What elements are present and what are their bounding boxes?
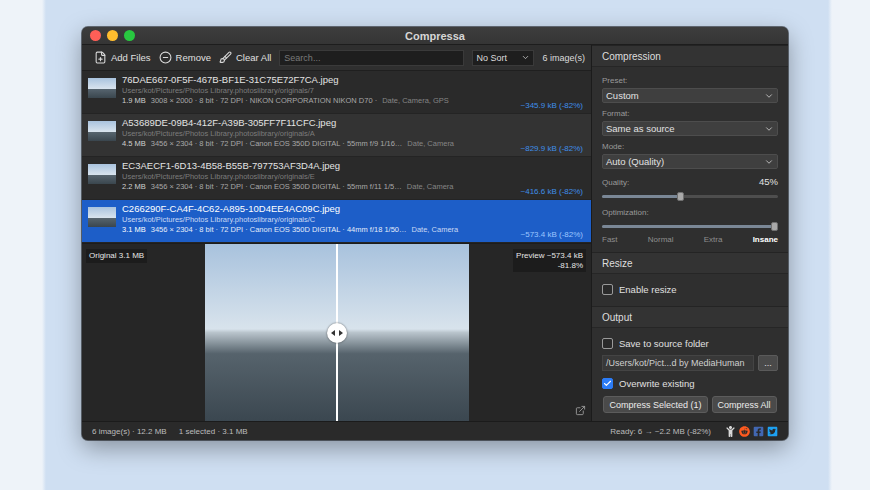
zoom-button[interactable] xyxy=(124,30,135,41)
field-label: Format: xyxy=(602,109,778,118)
toolbar: Add Files Remove Clear All Search... No Sort… xyxy=(82,45,591,71)
preview-image xyxy=(205,244,469,421)
optimization-stop[interactable]: Extra xyxy=(704,235,723,244)
file-list: 76DAE667-0F5F-467B-BF1E-31C75E72F7CA.jpe… xyxy=(82,71,591,243)
checkbox-label: Enable resize xyxy=(619,284,677,295)
file-result: ~829.9 kB (-82%) xyxy=(521,144,583,153)
chevron-down-icon xyxy=(764,124,774,134)
section-header: Output xyxy=(592,306,788,328)
file-name: C266290F-CA4F-4C62-A895-10D4EE4AC09C.jpe… xyxy=(122,203,515,214)
file-name: EC3AECF1-6D13-4B58-B55B-797753AF3D4A.jpe… xyxy=(122,160,515,171)
file-row[interactable]: EC3AECF1-6D13-4B58-B55B-797753AF3D4A.jpe… xyxy=(82,157,591,200)
file-meta: 1.9 MB3008 × 2000 · 8 bit · 72 DPI · NIK… xyxy=(122,96,515,105)
clear-all-button[interactable]: Clear All xyxy=(219,51,271,64)
left-right-arrows-icon xyxy=(331,329,343,337)
remove-button[interactable]: Remove xyxy=(159,51,211,64)
file-path: Users/kot/Pictures/Photos Library.photos… xyxy=(122,172,515,181)
file-path: Users/kot/Pictures/Photos Library.photos… xyxy=(122,215,515,224)
preset-select[interactable]: Custom xyxy=(602,88,778,103)
file-plus-icon xyxy=(94,51,107,64)
field-label: Optimization: xyxy=(602,208,778,217)
facebook-icon[interactable] xyxy=(753,426,764,437)
search-field[interactable]: Search... xyxy=(279,50,464,66)
file-row[interactable]: C266290F-CA4F-4C62-A895-10D4EE4AC09C.jpe… xyxy=(82,200,591,243)
checkbox[interactable] xyxy=(602,284,613,295)
output-path-field[interactable]: /Users/kot/Pict...d by MediaHuman xyxy=(602,355,754,371)
slider-knob[interactable] xyxy=(771,222,778,231)
file-path: Users/kot/Pictures/Photos Library.photos… xyxy=(122,129,515,138)
optimization-slider[interactable] xyxy=(602,225,778,228)
file-thumbnail xyxy=(88,164,116,184)
title-bar: Compressa xyxy=(82,27,788,45)
status-ready: Ready: 6 → ~2.2 MB (-82%) xyxy=(610,427,711,436)
checkbox[interactable] xyxy=(602,378,613,389)
compress-button[interactable]: Compress All xyxy=(712,396,777,413)
status-selection: 1 selected · 3.1 MB xyxy=(179,427,248,436)
file-path: Users/kot/Pictures/Photos Library.photos… xyxy=(122,86,515,95)
file-thumbnail xyxy=(88,121,116,141)
quality-reading: 45% xyxy=(759,176,778,187)
file-thumbnail xyxy=(88,78,116,98)
app-window: Compressa Add Files Remove Clear All Search.… xyxy=(82,27,788,440)
format-select[interactable]: Same as source xyxy=(602,121,778,136)
file-result: ~416.6 kB (-82%) xyxy=(521,187,583,196)
preview-area: Original 3.1 MB Preview ~573.4 kB-81.8% xyxy=(82,243,591,421)
original-label: Original 3.1 MB xyxy=(86,249,147,263)
field-label: Mode: xyxy=(602,142,778,151)
window-title: Compressa xyxy=(135,30,735,42)
file-result: ~573.4 kB (-82%) xyxy=(521,230,583,239)
minimize-button[interactable] xyxy=(107,30,118,41)
mode-select[interactable]: Auto (Quality) xyxy=(602,154,778,169)
field-label: Quality: xyxy=(602,178,629,187)
checkbox-label: Overwrite existing xyxy=(619,378,695,389)
preview-label: Preview ~573.4 kB-81.8% xyxy=(513,249,586,272)
open-external-icon[interactable] xyxy=(575,405,586,416)
file-row[interactable]: 76DAE667-0F5F-467B-BF1E-31C75E72F7CA.jpe… xyxy=(82,71,591,114)
reddit-icon[interactable] xyxy=(739,426,750,437)
add-files-button[interactable]: Add Files xyxy=(94,51,151,64)
quality-slider[interactable] xyxy=(602,195,778,198)
sort-select[interactable]: No Sort xyxy=(472,50,534,66)
file-meta: 2.2 MB3456 × 2304 · 8 bit · 72 DPI · Can… xyxy=(122,182,515,191)
chevron-down-icon xyxy=(521,53,530,62)
file-result: ~345.9 kB (-82%) xyxy=(521,101,583,110)
section-header: Resize xyxy=(592,252,788,274)
chevron-down-icon xyxy=(764,91,774,101)
overwrite-checkbox[interactable]: Overwrite existing xyxy=(602,374,778,392)
file-thumbnail xyxy=(88,207,116,227)
optimization-stop[interactable]: Fast xyxy=(602,235,618,244)
twitter-icon[interactable] xyxy=(767,426,778,437)
desktop: Compressa Add Files Remove Clear All Search.… xyxy=(0,0,870,440)
file-row[interactable]: A53689DE-09B4-412F-A39B-305FF7F11CFC.jpe… xyxy=(82,114,591,157)
minus-circle-icon xyxy=(159,51,172,64)
split-handle[interactable] xyxy=(327,323,347,343)
field-label: Preset: xyxy=(602,76,778,85)
check-icon xyxy=(603,379,612,388)
settings-panel: Compression Preset: Custom Format: Same as s… xyxy=(592,45,788,421)
file-meta: 4.5 MB3456 × 2304 · 8 bit · 72 DPI · Can… xyxy=(122,139,515,148)
browse-button[interactable]: ... xyxy=(758,355,778,371)
compress-button[interactable]: Compress Selected (1) xyxy=(603,396,707,413)
file-meta: 3.1 MB3456 × 2304 · 8 bit · 72 DPI · Can… xyxy=(122,225,515,234)
checkbox[interactable] xyxy=(602,338,613,349)
checkbox-label: Save to source folder xyxy=(619,338,709,349)
mascot-icon[interactable] xyxy=(725,426,736,437)
close-button[interactable] xyxy=(90,30,101,41)
broom-icon xyxy=(219,51,232,64)
file-name: A53689DE-09B4-412F-A39B-305FF7F11CFC.jpe… xyxy=(122,117,515,128)
optimization-stop[interactable]: Insane xyxy=(753,235,778,244)
image-count: 6 image(s) xyxy=(542,53,585,63)
optimization-stop[interactable]: Normal xyxy=(648,235,674,244)
save-to-source-checkbox[interactable]: Save to source folder xyxy=(602,334,778,352)
enable-resize-checkbox[interactable]: Enable resize xyxy=(602,280,778,298)
file-name: 76DAE667-0F5F-467B-BF1E-31C75E72F7CA.jpe… xyxy=(122,74,515,85)
section-header: Compression xyxy=(592,45,788,67)
status-summary: 6 image(s) · 12.2 MB xyxy=(92,427,167,436)
chevron-down-icon xyxy=(764,157,774,167)
slider-knob[interactable] xyxy=(677,192,684,201)
file-pane: Add Files Remove Clear All Search... No Sort… xyxy=(82,45,592,421)
status-bar: 6 image(s) · 12.2 MB 1 selected · 3.1 MB R… xyxy=(82,421,788,440)
